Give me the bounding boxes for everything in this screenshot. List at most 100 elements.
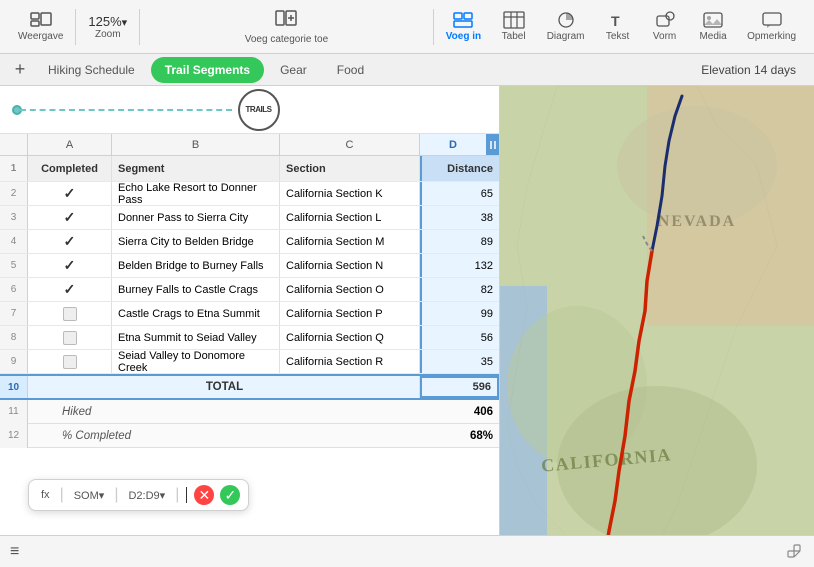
media-icon [702,11,724,29]
media-button[interactable]: Media [689,7,737,46]
opmerking-button[interactable]: Opmerking [739,7,804,46]
cell-segment[interactable]: Belden Bridge to Burney Falls [112,254,280,277]
cell-segment[interactable]: Castle Crags to Etna Summit [112,302,280,325]
cell-section[interactable]: California Section Q [280,326,420,349]
cell-distance[interactable]: 35 [420,350,499,373]
row-num: 8 [0,326,28,349]
cell-distance[interactable]: 82 [420,278,499,301]
cell-a-1[interactable]: Completed [28,156,112,181]
cell-d-1[interactable]: Distance [420,156,499,181]
col-header-c[interactable]: C [280,134,420,155]
diagram-icon [555,11,577,29]
row-num: 6 [0,278,28,301]
toolbar-right: Voeg in Tabel Diagram [438,7,804,46]
elevation-tab[interactable]: Elevation 14 days [691,63,806,77]
cell-completed[interactable] [28,302,112,325]
cell-segment[interactable]: Donner Pass to Sierra City [112,206,280,229]
cell-b-1[interactable]: Segment [112,156,280,181]
toolbar-divider-3 [433,9,434,45]
formula-confirm-button[interactable]: ✓ [220,485,240,505]
table-row: 8 Etna Summit to Seiad Valley California… [0,326,499,350]
tab-gear[interactable]: Gear [266,57,321,83]
tab-food[interactable]: Food [323,57,378,83]
toolbar-divider-2 [139,9,140,45]
total-row[interactable]: 10 TOTAL 596 [0,374,499,400]
svg-text:T: T [611,13,620,29]
hiked-label: Hiked [28,406,420,418]
tekst-button[interactable]: T Tekst [595,7,640,46]
cell-section[interactable]: California Section P [280,302,420,325]
cell-completed[interactable] [28,326,112,349]
trails-logo: TRAILS [238,89,280,131]
formula-range-selector[interactable]: D2:D9▾ [124,487,169,504]
row-num: 9 [0,350,28,373]
pct-value: 68% [420,430,499,442]
cell-distance[interactable]: 56 [420,326,499,349]
col-header-a[interactable]: A [28,134,112,155]
formula-fx-button[interactable]: fx [37,487,54,503]
cell-section[interactable]: California Section L [280,206,420,229]
cell-c-1[interactable]: Section [280,156,420,181]
cell-section[interactable]: California Section O [280,278,420,301]
cell-section[interactable]: California Section R [280,350,420,373]
cell-distance[interactable]: 132 [420,254,499,277]
cell-distance[interactable]: 38 [420,206,499,229]
resize-handle[interactable] [784,541,804,561]
tekst-label: Tekst [606,31,629,42]
tabel-icon [503,11,525,29]
formula-func-selector[interactable]: SOM▾ [70,487,109,504]
cell-distance[interactable]: 65 [420,182,499,205]
formula-cursor [186,487,187,503]
table-row: 7 Castle Crags to Etna Summit California… [0,302,499,326]
view-button[interactable]: Weergave [10,7,71,46]
cell-completed[interactable]: ✓ [28,254,112,277]
tab-add-button[interactable]: + [8,58,32,82]
hamburger-button[interactable]: ≡ [10,543,19,561]
cell-segment[interactable]: Burney Falls to Castle Crags [112,278,280,301]
cell-distance[interactable]: 99 [420,302,499,325]
cell-total-label[interactable]: TOTAL [28,376,420,398]
cell-segment[interactable]: Seiad Valley to Donomore Creek [112,350,280,373]
opmerking-label: Opmerking [747,31,796,42]
cell-section[interactable]: California Section N [280,254,420,277]
add-category-label: Voeg categorie toe [245,34,328,45]
tab-trail-segments[interactable]: Trail Segments [151,57,264,83]
cell-completed[interactable]: ✓ [28,206,112,229]
cell-completed[interactable]: ✓ [28,278,112,301]
cell-section[interactable]: California Section K [280,182,420,205]
col-header-d[interactable]: D [420,134,487,155]
cell-completed[interactable]: ✓ [28,182,112,205]
cell-distance[interactable]: 89 [420,230,499,253]
diagram-button[interactable]: Diagram [538,7,593,46]
table-row: 5 ✓ Belden Bridge to Burney Falls Califo… [0,254,499,278]
formula-cancel-button[interactable]: ✕ [194,485,214,505]
cell-segment[interactable]: Echo Lake Resort to Donner Pass [112,182,280,205]
column-headers: A B C D [0,134,499,156]
row-num-hiked: 11 [0,400,28,424]
voeg-in-button[interactable]: Voeg in [438,7,489,46]
col-d-resize[interactable] [487,134,499,155]
toolbar-divider-1 [75,9,76,45]
opmerking-icon [761,11,783,29]
vorm-button[interactable]: Vorm [642,7,687,46]
cell-section[interactable]: California Section M [280,230,420,253]
view-label: Weergave [18,31,63,42]
tabel-button[interactable]: Tabel [491,7,536,46]
bottom-bar: ≡ [0,535,814,567]
view-icon [30,11,52,29]
cell-segment[interactable]: Etna Summit to Seiad Valley [112,326,280,349]
row-num: 5 [0,254,28,277]
zoom-section[interactable]: 125%▾ Zoom [80,10,135,44]
cell-total-value[interactable]: 596 [420,376,499,398]
row-num-total: 10 [0,376,28,398]
cell-segment[interactable]: Sierra City to Belden Bridge [112,230,280,253]
row-num: 7 [0,302,28,325]
pct-row: 12 % Completed 68% [0,424,499,448]
vorm-label: Vorm [653,31,676,42]
add-category-button[interactable]: Voeg categorie toe [235,5,338,49]
col-header-b[interactable]: B [112,134,280,155]
cell-completed[interactable] [28,350,112,373]
tab-hiking-schedule[interactable]: Hiking Schedule [34,57,149,83]
cell-completed[interactable]: ✓ [28,230,112,253]
row-num: 2 [0,182,28,205]
